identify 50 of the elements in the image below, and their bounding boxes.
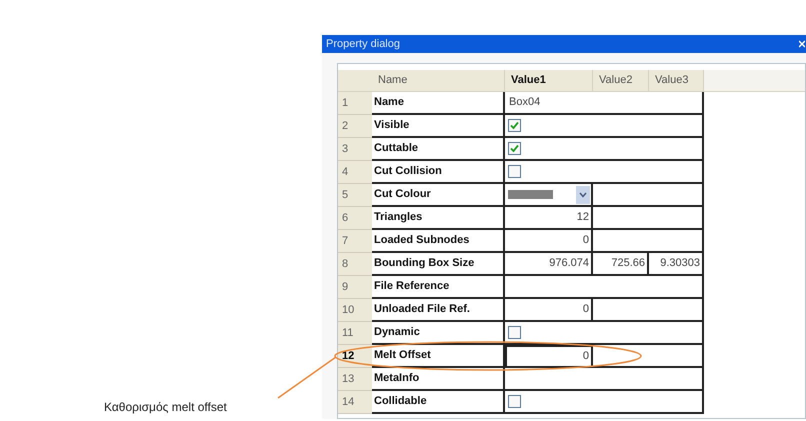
property-name: Triangles [372, 207, 505, 230]
row-number[interactable]: 6 [338, 207, 372, 230]
property-value[interactable]: 0 [505, 299, 593, 322]
property-value[interactable]: 725.66 [593, 253, 649, 276]
row-number[interactable]: 14 [338, 391, 372, 414]
row-number[interactable]: 2 [338, 115, 372, 138]
row-number[interactable]: 5 [338, 184, 372, 207]
row-number[interactable]: 3 [338, 138, 372, 161]
property-name: Cut Collision [372, 161, 505, 184]
property-value[interactable]: 0 [505, 230, 593, 253]
column-header[interactable]: Value3 [649, 70, 704, 92]
header-corner [338, 70, 372, 92]
property-name: Visible [372, 115, 505, 138]
annotation-caption: Καθορισμός melt offset [104, 399, 227, 416]
checkbox[interactable] [508, 142, 521, 155]
checkbox[interactable] [508, 165, 521, 178]
property-name: Unloaded File Ref. [372, 299, 505, 322]
property-value[interactable]: 976.074 [505, 253, 593, 276]
property-name: Dynamic [372, 322, 505, 345]
checkbox[interactable] [508, 395, 521, 408]
row-number[interactable]: 8 [338, 253, 372, 276]
row-number[interactable]: 13 [338, 368, 372, 391]
property-name: Loaded Subnodes [372, 230, 505, 253]
property-name: Bounding Box Size [372, 253, 505, 276]
property-value[interactable]: 9.30303 [649, 253, 704, 276]
column-header[interactable]: Name [372, 70, 505, 92]
column-header[interactable]: Value2 [593, 70, 649, 92]
window-title: Property dialog [326, 36, 400, 52]
column-header[interactable]: Value1 [505, 70, 593, 92]
row-number[interactable]: 10 [338, 299, 372, 322]
property-name: MetaInfo [372, 368, 505, 391]
row-number[interactable]: 7 [338, 230, 372, 253]
property-name: Cuttable [372, 138, 505, 161]
close-icon[interactable] [799, 40, 805, 48]
row-number[interactable]: 4 [338, 161, 372, 184]
leader-line [278, 356, 336, 399]
color-dropdown[interactable] [505, 184, 593, 207]
row-number[interactable]: 11 [338, 322, 372, 345]
property-name: File Reference [372, 276, 505, 299]
caret-icon [579, 192, 587, 198]
property-name: Name [372, 92, 505, 115]
row-number[interactable]: 1 [338, 92, 372, 115]
property-value[interactable]: 0 [505, 345, 593, 368]
checkbox[interactable] [508, 119, 521, 132]
checkbox[interactable] [508, 326, 521, 339]
property-name: Melt Offset [372, 345, 505, 368]
property-name: Collidable [372, 391, 505, 414]
property-value[interactable]: Box04 [505, 92, 704, 115]
row-number[interactable]: 9 [338, 276, 372, 299]
property-value[interactable]: 12 [505, 207, 593, 230]
